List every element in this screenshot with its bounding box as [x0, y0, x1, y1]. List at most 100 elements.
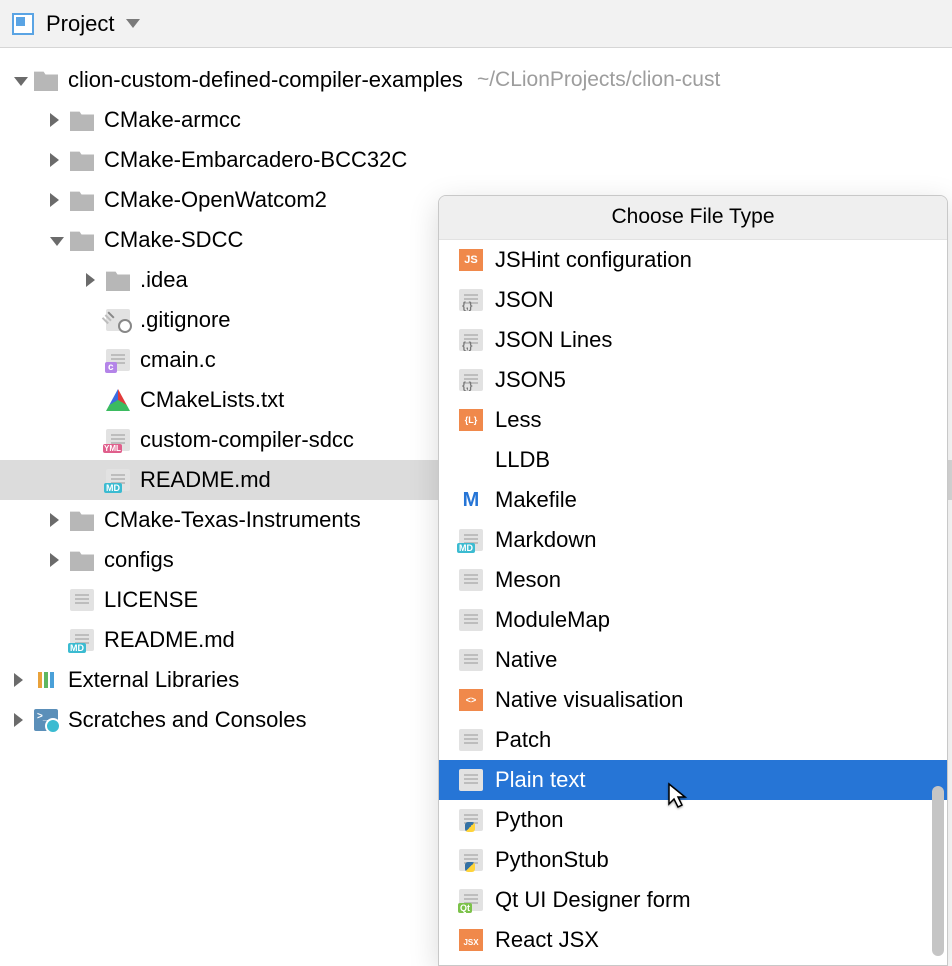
file-type-option[interactable]: JSON5 — [439, 360, 947, 400]
react-jsx-icon: JSX — [459, 929, 483, 951]
tree-label: .idea — [140, 267, 188, 293]
tree-label: CMake-SDCC — [104, 227, 243, 253]
chevron-right-icon[interactable] — [14, 673, 28, 687]
file-type-option[interactable]: {L}Less — [439, 400, 947, 440]
file-type-option[interactable]: LLDB — [439, 440, 947, 480]
option-label: PythonStub — [495, 847, 609, 873]
file-type-option[interactable]: JS JSHint configuration — [439, 240, 947, 280]
meson-icon — [459, 569, 483, 591]
tree-label: LICENSE — [104, 587, 198, 613]
file-type-option[interactable]: ModuleMap — [439, 600, 947, 640]
yaml-file-icon — [106, 429, 130, 451]
tree-label: custom-compiler-sdcc — [140, 427, 354, 453]
tree-label: CMake-armcc — [104, 107, 241, 133]
option-label: Native — [495, 647, 557, 673]
option-label: Native visualisation — [495, 687, 683, 713]
project-icon — [12, 13, 34, 35]
chevron-right-icon[interactable] — [50, 113, 64, 127]
patch-icon — [459, 729, 483, 751]
tree-label: External Libraries — [68, 667, 239, 693]
option-label: Plain text — [495, 767, 586, 793]
file-type-option[interactable]: Native — [439, 640, 947, 680]
chevron-right-icon[interactable] — [50, 513, 64, 527]
file-type-option[interactable]: <> Native visualisation — [439, 680, 947, 720]
chevron-right-icon[interactable] — [86, 273, 100, 287]
tree-label: clion-custom-defined-compiler-examples — [68, 67, 463, 93]
text-file-icon — [70, 589, 94, 611]
folder-icon — [70, 549, 94, 571]
folder-icon — [70, 109, 94, 131]
file-type-popup: Choose File Type JS JSHint configuration … — [438, 195, 948, 966]
file-type-option-selected[interactable]: Plain text — [439, 760, 947, 800]
tree-label: .gitignore — [140, 307, 231, 333]
file-type-option[interactable]: PythonStub — [439, 840, 947, 880]
folder-icon — [106, 269, 130, 291]
chevron-down-icon[interactable] — [50, 237, 64, 246]
file-type-option[interactable]: Markdown — [439, 520, 947, 560]
less-icon: {L} — [459, 409, 483, 431]
makefile-icon: M — [459, 489, 483, 511]
option-label: Markdown — [495, 527, 596, 553]
option-label: Patch — [495, 727, 551, 753]
json-lines-icon — [459, 329, 483, 351]
file-type-option[interactable]: JSON — [439, 280, 947, 320]
tree-label: cmain.c — [140, 347, 216, 373]
chevron-down-icon[interactable] — [14, 77, 28, 86]
option-label: ModuleMap — [495, 607, 610, 633]
toolbar-title[interactable]: Project — [46, 11, 114, 37]
option-label: LLDB — [495, 447, 550, 473]
option-label: React JSX — [495, 927, 599, 953]
python-icon — [459, 809, 483, 831]
markdown-file-icon — [70, 629, 94, 651]
option-label: JSHint configuration — [495, 247, 692, 273]
file-type-option[interactable]: JSON Lines — [439, 320, 947, 360]
native-visualisation-icon: <> — [459, 689, 483, 711]
option-label: Qt UI Designer form — [495, 887, 691, 913]
modulemap-icon — [459, 609, 483, 631]
chevron-right-icon[interactable] — [14, 713, 28, 727]
chevron-down-icon[interactable] — [126, 19, 140, 28]
folder-icon — [70, 229, 94, 251]
chevron-right-icon[interactable] — [50, 193, 64, 207]
file-type-option[interactable]: M Makefile — [439, 480, 947, 520]
option-label: Python — [495, 807, 564, 833]
tree-label: CMake-Texas-Instruments — [104, 507, 361, 533]
popup-list[interactable]: JS JSHint configuration JSON JSON Lines J… — [439, 240, 947, 965]
option-label: Makefile — [495, 487, 577, 513]
lldb-icon — [459, 449, 483, 471]
file-type-option[interactable]: Patch — [439, 720, 947, 760]
file-type-option[interactable]: Python — [439, 800, 947, 840]
chevron-right-icon[interactable] — [50, 553, 64, 567]
folder-icon — [70, 149, 94, 171]
option-label: Meson — [495, 567, 561, 593]
jshint-icon: JS — [459, 249, 483, 271]
file-type-option[interactable]: Meson — [439, 560, 947, 600]
tree-label: configs — [104, 547, 174, 573]
json-icon — [459, 289, 483, 311]
scrollbar-thumb[interactable] — [932, 786, 944, 956]
qt-ui-icon — [459, 889, 483, 911]
external-libraries-icon — [34, 669, 58, 691]
tree-item[interactable]: CMake-Embarcadero-BCC32C — [0, 140, 952, 180]
markdown-file-icon — [106, 469, 130, 491]
tree-root[interactable]: clion-custom-defined-compiler-examples ~… — [0, 60, 952, 100]
plain-text-icon — [459, 769, 483, 791]
c-file-icon — [106, 349, 130, 371]
native-icon — [459, 649, 483, 671]
tree-path: ~/CLionProjects/clion-cust — [477, 68, 720, 92]
tree-label: CMakeLists.txt — [140, 387, 284, 413]
python-stub-icon — [459, 849, 483, 871]
chevron-right-icon[interactable] — [50, 153, 64, 167]
option-label: JSON — [495, 287, 554, 313]
tree-label: README.md — [140, 467, 271, 493]
file-type-option[interactable]: Qt UI Designer form — [439, 880, 947, 920]
tree-item[interactable]: CMake-armcc — [0, 100, 952, 140]
scratches-icon — [34, 709, 58, 731]
markdown-icon — [459, 529, 483, 551]
popup-title: Choose File Type — [439, 196, 947, 240]
project-toolbar: Project — [0, 0, 952, 48]
tree-label: Scratches and Consoles — [68, 707, 306, 733]
option-label: JSON Lines — [495, 327, 612, 353]
file-type-option[interactable]: JSX React JSX — [439, 920, 947, 960]
gitignore-file-icon — [106, 309, 130, 331]
